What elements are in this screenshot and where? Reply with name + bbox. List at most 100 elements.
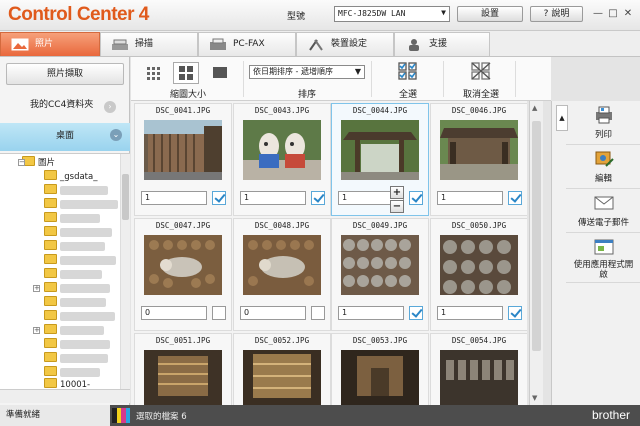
photo-thumbnail[interactable] (440, 235, 518, 295)
quantity-field[interactable]: 1 (437, 306, 503, 320)
photo-thumbnail[interactable] (144, 120, 222, 180)
photo-card[interactable]: DSC_0052.JPG (233, 333, 331, 405)
photo-capture-button[interactable]: 照片擷取 (6, 63, 124, 85)
medium-thumbnails-button[interactable] (173, 62, 199, 84)
photo-card[interactable]: DSC_0044.JPG 1 + − (331, 103, 429, 216)
maximize-icon[interactable]: □ (607, 8, 619, 20)
photo-thumbnail[interactable] (341, 350, 419, 405)
scroll-down-icon[interactable]: ▼ (532, 394, 537, 402)
tree-item[interactable] (44, 352, 108, 366)
open-with-app-button[interactable]: 使用應用程式開啟 (566, 233, 640, 283)
photo-thumbnail[interactable] (144, 235, 222, 295)
photo-grid-scrollbar[interactable]: ▲ ▼ (529, 101, 543, 405)
select-checkbox[interactable] (409, 191, 423, 205)
tab-support[interactable]: 支援 (394, 32, 490, 56)
print-button[interactable]: 列印 (566, 101, 640, 145)
quantity-field[interactable]: 1 (240, 191, 306, 205)
photo-card[interactable]: DSC_0049.JPG 1 (331, 218, 429, 331)
tab-scan[interactable]: 掃描 (100, 32, 198, 56)
select-checkbox[interactable] (508, 191, 522, 205)
photo-card[interactable]: DSC_0051.JPG (134, 333, 232, 405)
quantity-field[interactable]: 0 (141, 306, 207, 320)
photo-card[interactable]: DSC_0041.JPG 1 (134, 103, 232, 216)
tab-pc-fax[interactable]: PC-FAX (198, 32, 296, 56)
tree-item[interactable]: + (33, 324, 104, 338)
photo-thumbnail[interactable] (341, 235, 419, 295)
tree-item[interactable] (44, 268, 102, 282)
tree-horizontal-scrollbar[interactable] (0, 389, 130, 403)
photo-card[interactable]: DSC_0047.JPG 0 (134, 218, 232, 331)
photo-filename: DSC_0044.JPG (352, 106, 408, 115)
tree-item[interactable] (44, 212, 100, 226)
quantity-field[interactable]: 1 (437, 191, 503, 205)
tab-device-settings[interactable]: 裝置設定 (296, 32, 394, 56)
sort-select[interactable]: 依日期排序 - 遞增順序 ▼ (249, 65, 365, 79)
photo-thumbnail[interactable] (144, 350, 222, 405)
photo-card[interactable]: DSC_0054.JPG (430, 333, 527, 405)
photo-thumbnail[interactable] (243, 350, 321, 405)
quantity-field[interactable]: 1 (141, 191, 207, 205)
photo-toolbar: 縮圖大小 依日期排序 - 遞增順序 ▼ 排序 全選 取消全選 (131, 57, 551, 101)
deselect-all-button[interactable]: 取消全選 (449, 59, 513, 100)
tree-item[interactable] (44, 296, 106, 310)
photo-card[interactable]: DSC_0053.JPG (331, 333, 429, 405)
quantity-field[interactable]: 1 (338, 306, 404, 320)
quantity-field[interactable]: 0 (240, 306, 306, 320)
folder-icon (44, 184, 57, 194)
photo-card[interactable]: DSC_0046.JPG 1 (430, 103, 527, 216)
cc4-folder-button[interactable]: 我的CC4資料夾 › (6, 95, 124, 117)
help-button[interactable]: ? 說明 (530, 6, 583, 22)
photo-card[interactable]: DSC_0050.JPG 1 (430, 218, 527, 331)
settings-button[interactable]: 設置 (457, 6, 523, 22)
photo-filename: DSC_0049.JPG (352, 221, 408, 230)
photo-thumbnail[interactable] (243, 235, 321, 295)
photo-thumbnail[interactable] (243, 120, 321, 180)
small-thumbnails-button[interactable] (141, 62, 167, 84)
tree-item[interactable] (44, 226, 112, 240)
tree-item[interactable]: 10001- (44, 378, 90, 389)
scroll-thumb[interactable] (532, 121, 541, 351)
select-all-button[interactable]: 全選 (381, 59, 435, 100)
ink-level-icon[interactable] (112, 408, 130, 423)
photo-thumbnail[interactable] (341, 120, 419, 180)
tree-item[interactable] (44, 184, 108, 198)
print-icon (596, 106, 612, 124)
scroll-thumb[interactable] (122, 174, 129, 220)
folder-icon (44, 268, 57, 278)
photo-card[interactable]: DSC_0048.JPG 0 (233, 218, 331, 331)
deselect-all-label: 取消全選 (462, 90, 499, 100)
minimize-icon[interactable]: — (592, 8, 604, 20)
tree-scrollbar[interactable] (120, 154, 130, 389)
model-select[interactable]: MFC-J825DW LAN ▼ (334, 6, 450, 22)
tab-photo[interactable]: 照片 (0, 32, 100, 56)
photo-thumbnail[interactable] (440, 120, 518, 180)
photo-thumbnail[interactable] (440, 350, 518, 405)
sort-label: 排序 (298, 90, 317, 100)
desktop-button[interactable]: 桌面 ⌄ (0, 123, 130, 151)
select-checkbox[interactable] (212, 191, 226, 205)
select-checkbox[interactable] (409, 306, 423, 320)
large-thumbnails-button[interactable] (207, 62, 233, 84)
tree-item[interactable]: + (33, 282, 110, 296)
select-checkbox[interactable] (311, 191, 325, 205)
tree-item[interactable] (44, 338, 110, 352)
quantity-increase-button[interactable]: + (390, 186, 404, 199)
tree-item-pictures[interactable]: − 圖片 (18, 156, 55, 170)
tree-item-gsdata[interactable]: _gsdata_ (44, 170, 97, 184)
tree-item[interactable] (44, 198, 118, 212)
tree-item[interactable] (44, 254, 116, 268)
person-icon (409, 39, 419, 51)
select-checkbox[interactable] (508, 306, 522, 320)
folder-icon (44, 254, 57, 264)
quantity-decrease-button[interactable]: − (390, 200, 404, 213)
select-all-icon (398, 62, 417, 80)
close-icon[interactable]: ✕ (622, 8, 634, 20)
edit-button[interactable]: 編輯 (566, 145, 640, 189)
tree-item[interactable] (44, 310, 115, 324)
tree-item[interactable] (44, 240, 105, 254)
select-checkbox[interactable] (212, 306, 226, 320)
photo-card[interactable]: DSC_0043.JPG 1 (233, 103, 331, 216)
select-checkbox[interactable] (311, 306, 325, 320)
scroll-up-icon[interactable]: ▲ (532, 104, 537, 112)
send-email-button[interactable]: 傳送電子郵件 (566, 189, 640, 233)
